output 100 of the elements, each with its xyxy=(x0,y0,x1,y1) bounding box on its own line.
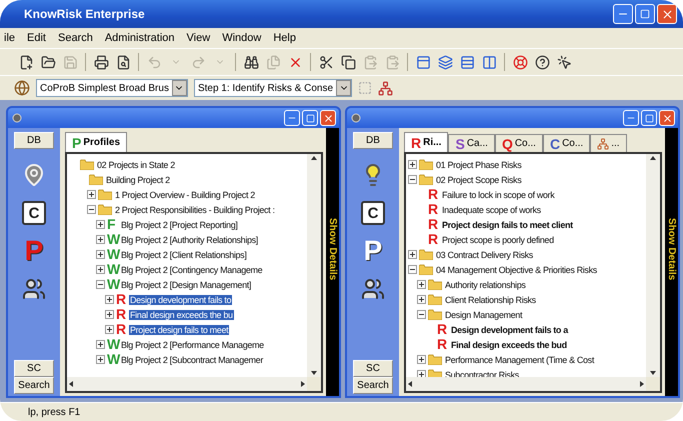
tree-item[interactable]: Design development fails to xyxy=(129,294,232,304)
tree-item[interactable]: Project scope is poorly defined xyxy=(441,234,555,244)
sidebar-button[interactable]: SC xyxy=(353,360,393,377)
tree-item[interactable]: 02 Projects in State 2 xyxy=(96,160,176,170)
dropdown[interactable]: CoProB Simplest Broad Brus xyxy=(36,79,188,97)
expand-toggle[interactable] xyxy=(408,175,417,184)
horizontal-scrollbar[interactable] xyxy=(67,377,307,391)
expand-toggle[interactable] xyxy=(408,265,417,274)
tree-item[interactable]: 1 Project Overview - Building Project 2 xyxy=(114,190,256,200)
people-icon[interactable] xyxy=(22,277,46,301)
tree-item[interactable]: 04 Management Objective & Priorities Risks xyxy=(435,264,598,274)
expand-toggle[interactable] xyxy=(96,340,105,349)
tree-item[interactable]: Project design fails to meet xyxy=(129,324,230,334)
scroll-up-icon[interactable] xyxy=(649,154,657,162)
vertical-scrollbar[interactable] xyxy=(646,154,660,377)
tab[interactable]: ... xyxy=(590,134,627,152)
tree-item[interactable]: Final design exceeds the bu xyxy=(129,310,234,320)
tree-item[interactable]: Blg Project 2 [Client Relationships] xyxy=(120,250,248,260)
tab[interactable]: S Ca... xyxy=(448,134,495,152)
expand-toggle[interactable] xyxy=(87,190,96,199)
scroll-right-icon[interactable] xyxy=(638,380,646,388)
tree-item[interactable]: Building Project 2 xyxy=(105,174,171,184)
close-icon xyxy=(660,8,674,20)
network-icon[interactable] xyxy=(378,80,394,96)
tree-item[interactable]: Blg Project 2 [Design Management] xyxy=(120,280,252,290)
people-icon[interactable] xyxy=(361,277,385,301)
sidebar-button[interactable]: DB xyxy=(14,132,54,149)
expand-toggle[interactable] xyxy=(105,325,114,334)
tree-item[interactable]: Performance Management (Time & Cost xyxy=(444,354,595,364)
scroll-left-icon[interactable] xyxy=(67,380,75,388)
menu-item[interactable]: Window xyxy=(222,32,262,44)
c-icon[interactable]: C xyxy=(361,201,385,225)
tree-item[interactable]: 02 Project Scope Risks xyxy=(435,174,522,184)
minimize-button[interactable] xyxy=(284,110,300,126)
tree-item[interactable]: Client Relationship Risks xyxy=(444,294,537,304)
tree-item[interactable]: Final design exceeds the bud xyxy=(450,340,568,350)
sidebar-button[interactable]: Search xyxy=(14,377,54,394)
menu-item[interactable]: View xyxy=(186,32,210,44)
close-button[interactable] xyxy=(659,110,675,126)
tree-item[interactable]: Blg Project 2 [Authority Relationships] xyxy=(120,234,259,244)
minimize-button[interactable] xyxy=(613,4,633,24)
tree-item[interactable]: Project design fails to meet client xyxy=(441,220,574,230)
dropdown[interactable]: Step 1: Identify Risks & Conse xyxy=(194,79,352,97)
tree-item[interactable]: 01 Project Phase Risks xyxy=(435,160,522,170)
expand-toggle[interactable] xyxy=(87,205,96,214)
tree-item[interactable]: Design Management xyxy=(444,310,524,320)
expand-toggle[interactable] xyxy=(96,265,105,274)
tree-item[interactable]: Blg Project 2 [Subcontract Managemer xyxy=(120,354,264,364)
scroll-up-icon[interactable] xyxy=(310,154,318,162)
minimize-button[interactable] xyxy=(623,110,639,126)
sidebar-button[interactable]: DB xyxy=(353,132,393,149)
menu-item[interactable]: ile xyxy=(4,32,16,44)
close-button[interactable] xyxy=(657,4,677,24)
c-icon[interactable]: C xyxy=(22,201,46,225)
menu-item[interactable]: Edit xyxy=(27,32,46,44)
details-strip[interactable]: Show Details xyxy=(326,128,339,396)
tree-item[interactable]: Design development fails to a xyxy=(450,324,569,334)
horizontal-scrollbar[interactable] xyxy=(406,377,646,391)
scroll-right-icon[interactable] xyxy=(299,380,307,388)
tree-item[interactable]: 03 Contract Delivery Risks xyxy=(435,250,534,260)
maximize-button[interactable] xyxy=(635,4,655,24)
menu-item[interactable]: Administration xyxy=(104,32,175,44)
expand-toggle[interactable] xyxy=(417,355,426,364)
tree-item[interactable]: Failure to lock in scope of work xyxy=(441,190,556,200)
expand-toggle[interactable] xyxy=(417,295,426,304)
tree-item[interactable]: Blg Project 2 [Performance Manageme xyxy=(120,340,265,350)
globe-icon[interactable] xyxy=(14,80,30,96)
close-button[interactable] xyxy=(320,110,336,126)
menu-item[interactable]: Search xyxy=(58,32,93,44)
details-strip[interactable]: Show Details xyxy=(665,128,678,396)
expand-toggle[interactable] xyxy=(105,310,114,319)
maximize-button[interactable] xyxy=(302,110,318,126)
expand-toggle[interactable] xyxy=(408,250,417,259)
tree-item[interactable]: 2 Project Responsibilities - Building Project : xyxy=(114,204,276,214)
scrollbar-corner xyxy=(646,377,660,391)
expand-toggle[interactable] xyxy=(96,220,105,229)
scroll-left-icon[interactable] xyxy=(406,380,414,388)
tree-item[interactable]: Blg Project 2 [Contingency Manageme xyxy=(120,264,264,274)
tab[interactable]: P Profiles xyxy=(65,132,128,152)
expand-toggle[interactable] xyxy=(96,235,105,244)
tab[interactable]: R Ri... xyxy=(404,132,448,152)
expand-toggle[interactable] xyxy=(417,280,426,289)
menu-item[interactable]: Help xyxy=(273,32,296,44)
tree-item[interactable]: Inadequate scope of works xyxy=(441,204,542,214)
expand-toggle[interactable] xyxy=(408,160,417,169)
expand-toggle[interactable] xyxy=(105,295,114,304)
expand-toggle[interactable] xyxy=(96,280,105,289)
tree-item[interactable]: Authority relationships xyxy=(444,280,526,290)
expand-toggle[interactable] xyxy=(96,355,105,364)
expand-toggle[interactable] xyxy=(417,370,426,377)
tree-item[interactable]: Blg Project 2 [Project Reporting] xyxy=(120,220,239,230)
pin-icon[interactable] xyxy=(22,163,46,187)
sidebar-button[interactable]: SC xyxy=(14,360,54,377)
tab[interactable]: Q Co... xyxy=(494,134,543,152)
sidebar-button[interactable]: Search xyxy=(353,377,393,394)
tab[interactable]: C Co... xyxy=(542,134,590,152)
vertical-scrollbar[interactable] xyxy=(307,154,321,377)
maximize-button[interactable] xyxy=(641,110,657,126)
expand-toggle[interactable] xyxy=(96,250,105,259)
expand-toggle[interactable] xyxy=(417,310,426,319)
